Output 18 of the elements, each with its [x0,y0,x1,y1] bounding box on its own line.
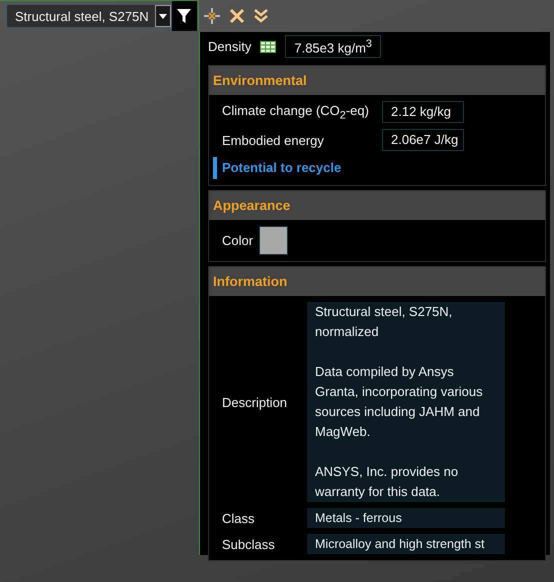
value-field: 7.85e3 kg/m$^{3}$ [285,34,381,58]
value-text: Microalloy and high strength st [307,534,505,554]
property-label: Climate change (CO$_{2}$-eq) [222,102,370,122]
value-field: 2.12 kg/kg [382,101,464,123]
value-text: Metals - ferrous [307,508,505,528]
property-label: Class [222,510,256,526]
property-label: Color [222,233,254,248]
property-label: Subclass [222,536,276,552]
property-label: Density [208,39,252,54]
property-label: Description [222,394,288,410]
value-text: Structural steel, S275N, normalized Data compiled by Ansys Granta, incorporating various sources including JAHM and MagWeb. ANSYS, Inc. provides no warranty for this data. [307,302,505,502]
section-header[interactable]: Environmental [209,66,545,95]
section-header[interactable]: Appearance [209,191,545,220]
recycle-link[interactable]: Potential to recycle [213,157,342,179]
value-field: 2.06e7 J/kg [382,129,464,151]
section-header[interactable]: Information [209,267,545,296]
material-dropdown[interactable]: Structural steel, S275N [6,4,172,28]
property-label: Embodied energy [222,132,325,148]
